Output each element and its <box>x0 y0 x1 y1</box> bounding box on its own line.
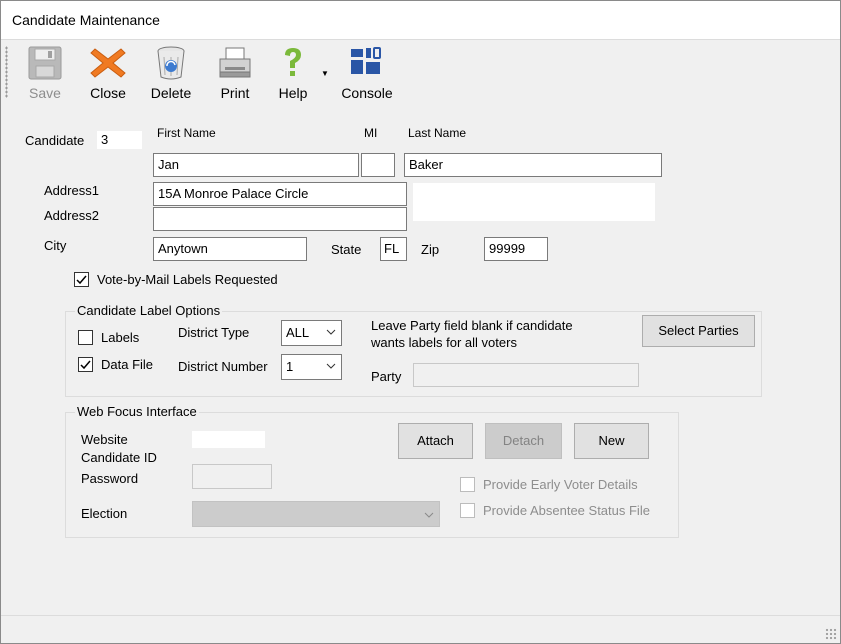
delete-label: Delete <box>150 85 192 101</box>
absentee-label: Provide Absentee Status File <box>483 503 650 518</box>
select-parties-button[interactable]: Select Parties <box>642 315 755 347</box>
help-dropdown-arrow[interactable]: ▼ <box>321 69 329 78</box>
console-button[interactable]: Console <box>337 45 397 103</box>
vbm-checkbox[interactable] <box>74 272 89 287</box>
delete-button[interactable]: Delete <box>149 45 193 103</box>
close-button[interactable]: Close <box>87 45 129 103</box>
website-label: Website <box>81 432 128 447</box>
party-label: Party <box>371 369 402 384</box>
vbm-label: Vote-by-Mail Labels Requested <box>97 272 278 287</box>
zip-label: Zip <box>421 242 440 257</box>
label-options-legend: Candidate Label Options <box>75 303 223 318</box>
window-title: Candidate Maintenance <box>12 12 160 28</box>
last-name-input[interactable]: Baker <box>404 153 662 177</box>
election-label: Election <box>81 506 128 521</box>
password-input[interactable] <box>192 464 272 489</box>
save-label: Save <box>29 85 61 101</box>
chevron-down-icon <box>326 329 336 335</box>
attach-button[interactable]: Attach <box>398 423 473 459</box>
close-x-icon <box>90 48 126 78</box>
party-note-line1: Leave Party field blank if candidate <box>371 318 573 333</box>
password-label: Password <box>81 471 139 486</box>
checkmark-icon <box>80 360 91 370</box>
datafile-label: Data File <box>101 357 154 372</box>
address-note-box <box>413 183 655 221</box>
district-type-select[interactable]: ALL <box>281 320 342 346</box>
candidate-id-label: Candidate <box>25 133 85 148</box>
first-name-label: First Name <box>157 126 216 140</box>
print-button[interactable]: Print <box>215 45 255 103</box>
mi-label: MI <box>364 126 378 140</box>
recycle-bin-icon <box>157 46 185 80</box>
console-icon <box>351 47 381 74</box>
close-label: Close <box>90 85 126 101</box>
early-voter-checkbox[interactable] <box>460 477 475 492</box>
mi-input[interactable] <box>361 153 395 177</box>
district-type-value: ALL <box>286 325 310 340</box>
save-button[interactable]: Save <box>25 45 65 103</box>
district-type-label: District Type <box>178 325 250 340</box>
candidate-maintenance-window: Candidate Maintenance Save Close Delete … <box>0 0 841 644</box>
city-input[interactable]: Anytown <box>153 237 307 261</box>
state-label: State <box>331 242 362 257</box>
district-number-label: District Number <box>178 359 268 374</box>
website-candidate-id-input[interactable] <box>192 431 265 448</box>
first-name-input[interactable]: Jan <box>153 153 359 177</box>
toolbar-grip[interactable] <box>5 46 8 98</box>
labels-label: Labels <box>101 330 140 345</box>
status-bar <box>1 615 840 643</box>
toolbar: Save Close Delete Print Help ▼ Console <box>1 41 840 105</box>
election-select[interactable] <box>192 501 440 527</box>
help-button[interactable]: Help <box>273 45 313 103</box>
chevron-down-icon <box>424 512 434 518</box>
new-button[interactable]: New <box>574 423 649 459</box>
address2-input[interactable] <box>153 207 407 231</box>
detach-button[interactable]: Detach <box>485 423 562 459</box>
party-note-line2: wants labels for all voters <box>371 335 517 350</box>
console-label: Console <box>341 85 393 101</box>
printer-icon <box>219 47 251 78</box>
city-label: City <box>44 238 67 253</box>
state-input[interactable]: FL <box>380 237 407 261</box>
checkmark-icon <box>76 275 87 285</box>
labels-checkbox[interactable] <box>78 330 93 345</box>
address2-label: Address2 <box>44 208 99 223</box>
candidate-id-field[interactable]: 3 <box>97 131 142 149</box>
print-label: Print <box>220 85 250 101</box>
address1-label: Address1 <box>44 183 99 198</box>
district-number-select[interactable]: 1 <box>281 354 342 380</box>
address1-input[interactable]: 15A Monroe Palace Circle <box>153 182 407 206</box>
last-name-label: Last Name <box>408 126 467 140</box>
party-input[interactable] <box>413 363 639 387</box>
size-grip[interactable] <box>825 628 837 640</box>
datafile-checkbox[interactable] <box>78 357 93 372</box>
help-question-icon <box>285 48 301 76</box>
chevron-down-icon <box>326 363 336 369</box>
candidate-id-web-label: Candidate ID <box>81 450 157 465</box>
help-label: Help <box>278 85 308 101</box>
absentee-checkbox[interactable] <box>460 503 475 518</box>
early-voter-label: Provide Early Voter Details <box>483 477 638 492</box>
title-bar: Candidate Maintenance <box>1 1 840 40</box>
zip-input[interactable]: 99999 <box>484 237 548 261</box>
floppy-disk-icon <box>28 46 62 80</box>
district-number-value: 1 <box>286 359 294 374</box>
web-focus-legend: Web Focus Interface <box>75 404 199 419</box>
